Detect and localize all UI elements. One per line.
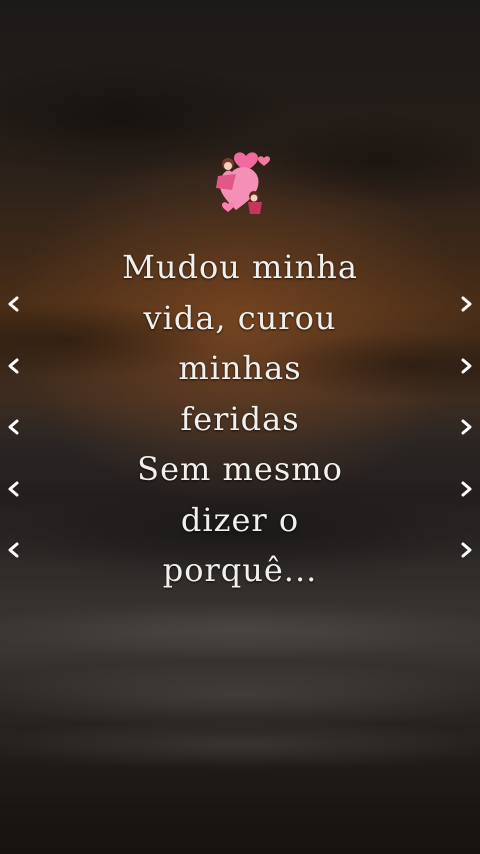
lyrics-line: porquê... — [162, 551, 318, 589]
chevron-left-icon — [5, 418, 23, 436]
chevron-right-icon — [457, 418, 475, 436]
lyrics-line: vida, curou — [143, 298, 337, 337]
lyrics-line: feridas — [180, 399, 300, 438]
lyrics-line: minhas — [178, 349, 302, 387]
chevron-right-icon — [457, 295, 475, 313]
chevron-left-icon — [5, 357, 23, 375]
chevron-left-icon — [5, 480, 23, 498]
lyrics-text: Mudou minha vida, curou minhas feridas S… — [90, 242, 390, 596]
chevron-left-icon — [5, 295, 23, 313]
chevron-left-icon — [5, 541, 23, 559]
chevron-right-icon — [457, 480, 475, 498]
lyrics-line: dizer o — [180, 500, 300, 539]
chevron-right-icon — [457, 357, 475, 375]
couple-hearts-icon — [206, 150, 274, 220]
chevron-right-icon — [457, 541, 475, 559]
lyrics-line: Mudou minha — [122, 248, 358, 286]
lyrics-line: Sem mesmo — [137, 450, 343, 488]
